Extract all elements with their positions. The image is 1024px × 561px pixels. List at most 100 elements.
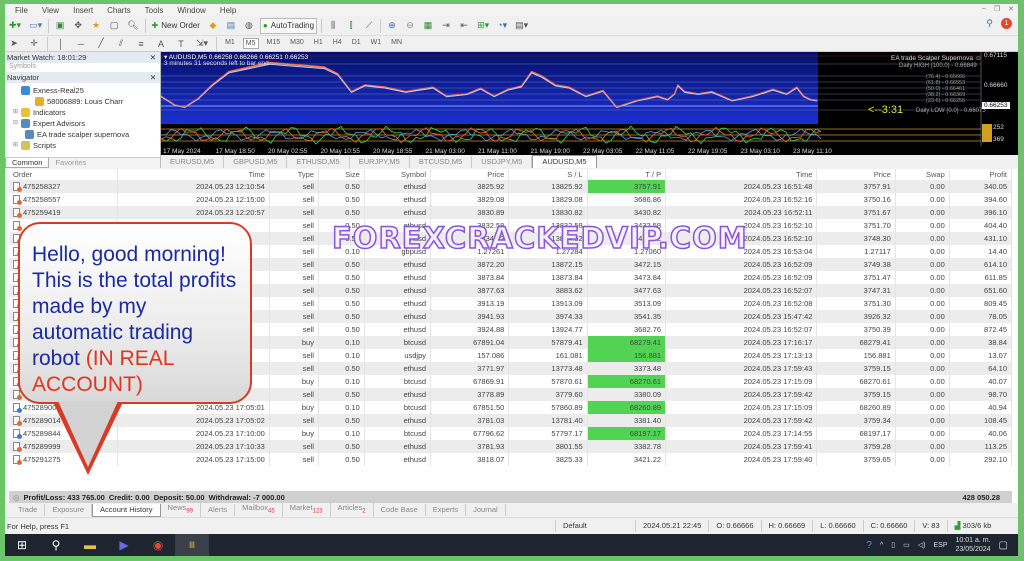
chart-tab-eurjpy[interactable]: EURJPY,M5 (350, 156, 410, 168)
column-header[interactable]: Size (318, 169, 365, 180)
notification-badge[interactable]: 1 (1001, 18, 1012, 29)
file-explorer-icon[interactable]: ▬ (73, 534, 107, 556)
timeframe-w1[interactable]: W1 (369, 38, 384, 49)
navigator-icon[interactable]: ★ (89, 18, 103, 34)
bar-chart-icon[interactable]: ⫼ (326, 18, 340, 34)
volume-icon[interactable]: ◁) (918, 541, 926, 549)
chart-tab-eurusd[interactable]: EURUSD,M5 (161, 156, 225, 168)
chart-tab-usdjpy[interactable]: USDJPY,M5 (472, 156, 533, 168)
autoscroll-icon[interactable]: ⇥ (439, 18, 453, 34)
tab-journal[interactable]: Journal (466, 504, 506, 516)
timeframe-m1[interactable]: M1 (223, 38, 237, 49)
table-row[interactable]: 475289014 2024.05.23 17:05:02 sell 0.50 ethu… (9, 414, 1013, 427)
timeframe-m30[interactable]: M30 (288, 38, 306, 49)
tab-symbols[interactable]: Symbols (9, 63, 36, 70)
tab-news[interactable]: News99 (161, 502, 201, 518)
globe-icon[interactable]: ◍ (242, 18, 256, 34)
signals-icon[interactable]: ▤ (224, 18, 238, 34)
nav-item-ea-scalper[interactable]: EA trade scalper supernova (9, 129, 160, 140)
column-header[interactable]: Time (665, 169, 818, 180)
nav-item-server[interactable]: Exness-Real25 (9, 85, 160, 96)
language-indicator[interactable]: ESP (933, 542, 947, 549)
tile-windows-icon[interactable]: ▦ (421, 18, 435, 34)
menu-tools[interactable]: Tools (145, 6, 164, 15)
column-header[interactable]: Type (269, 169, 319, 180)
tab-alerts[interactable]: Alerts (201, 504, 236, 516)
column-header[interactable]: Order (9, 169, 119, 180)
chart-tab-ethusd[interactable]: ETHUSD,M5 (287, 156, 350, 168)
tab-common[interactable]: Common (5, 158, 50, 168)
timeframe-d1[interactable]: D1 (350, 38, 363, 49)
indicators-icon[interactable]: ⊞▾ (475, 18, 491, 34)
column-header[interactable]: Symbol (364, 169, 432, 180)
channel-icon[interactable]: ⫽ (114, 36, 128, 52)
profiles-icon[interactable]: ▭▾ (27, 18, 44, 34)
strategy-tester-icon[interactable]: 🔍︎ (125, 18, 140, 34)
chart-tab-audusd[interactable]: AUDUSD,M5 (532, 155, 597, 168)
chart-tab-btcusd[interactable]: BTCUSD,M5 (410, 156, 473, 168)
table-row[interactable]: 475289999 2024.05.23 17:10:33 sell 0.50 ethu… (9, 440, 1013, 453)
text-label-icon[interactable]: T (174, 36, 188, 52)
text-icon[interactable]: A (154, 36, 168, 52)
tab-articles[interactable]: Articles2 (331, 502, 374, 518)
auto-trading-button[interactable]: ● AutoTrading (259, 17, 318, 34)
fibonacci-icon[interactable]: ≡ (134, 36, 148, 52)
table-row[interactable]: 475259419 2024.05.23 12:20:57 sell 0.50 ethu… (9, 206, 1013, 219)
column-header[interactable]: T / P (587, 169, 667, 180)
horizontal-line-icon[interactable]: ─ (74, 36, 88, 52)
windows-start-icon[interactable]: ⊞ (5, 534, 39, 556)
metatrader-icon[interactable]: Ⅲ (175, 534, 209, 556)
chart-area[interactable]: 17 May 2024 17 May 18:50 20 May 02:55 20 Ma… (161, 52, 1018, 168)
column-header[interactable]: Price (430, 169, 510, 180)
menu-help[interactable]: Help (220, 6, 236, 15)
search-icon[interactable]: ⚲ (986, 18, 993, 29)
line-chart-icon[interactable]: ⟋ (362, 18, 376, 34)
menu-insert[interactable]: Insert (73, 6, 93, 15)
nav-item-indicators[interactable]: ⊞ Indicators (9, 107, 160, 118)
metaeditor-icon[interactable]: ◆ (206, 18, 220, 34)
timeframe-h1[interactable]: H1 (312, 38, 325, 49)
timeframe-h4[interactable]: H4 (331, 38, 344, 49)
menu-file[interactable]: File (15, 6, 28, 15)
timeframe-m15[interactable]: M15 (265, 38, 283, 49)
column-header[interactable]: Price (816, 169, 896, 180)
crosshair-icon[interactable]: ✛ (27, 36, 41, 52)
search-icon[interactable]: ⚲ (39, 534, 73, 556)
close-icon[interactable]: ✕ (1008, 5, 1014, 13)
usb-icon[interactable]: ▯ (891, 541, 895, 549)
media-player-icon[interactable]: ▶ (107, 534, 141, 556)
tab-account-history[interactable]: Account History (92, 503, 161, 517)
column-header[interactable]: S / L (508, 169, 588, 180)
zoom-out-icon[interactable]: ⊖ (403, 18, 417, 34)
vertical-line-icon[interactable]: │ (54, 36, 68, 52)
tab-favorites[interactable]: Favorites (49, 158, 92, 168)
column-header[interactable]: Profit (949, 169, 1013, 180)
trendline-icon[interactable]: ╱ (94, 36, 108, 52)
tab-code-base[interactable]: Code Base (374, 504, 426, 516)
chrome-icon[interactable]: ◉ (141, 534, 175, 556)
notifications-icon[interactable]: ▢ (999, 540, 1008, 551)
tab-exposure[interactable]: Exposure (45, 504, 93, 516)
table-row[interactable]: 475289844 2024.05.23 17:10:00 buy 0.10 btcus… (9, 427, 1013, 440)
tab-experts[interactable]: Experts (426, 504, 467, 516)
market-watch-icon[interactable]: ▣ (53, 18, 67, 34)
periods-icon[interactable]: ◔▾ (495, 18, 509, 34)
chart-tab-gbpusd[interactable]: GBPUSD,M5 (224, 156, 288, 168)
close-icon[interactable]: ✕ (150, 53, 156, 62)
terminal-icon[interactable]: ▢ (107, 18, 121, 34)
menu-window[interactable]: Window (177, 6, 205, 15)
new-order-button[interactable]: ✚ New Order (150, 18, 202, 34)
table-row[interactable]: 475258557 2024.05.23 12:15:00 sell 0.50 ethu… (9, 193, 1013, 206)
timeframe-mn[interactable]: MN (389, 38, 404, 49)
clock[interactable]: 10:01 a. m. 23/05/2024 (956, 536, 991, 554)
arrows-icon[interactable]: ⇲▾ (194, 36, 210, 52)
candlestick-icon[interactable]: ⫿ (344, 18, 358, 34)
restore-icon[interactable]: ❐ (994, 5, 1000, 13)
tab-trade[interactable]: Trade (11, 504, 46, 516)
nav-item-scripts[interactable]: ⊞ Scripts (9, 140, 160, 151)
tab-market[interactable]: Market123 (283, 502, 331, 518)
data-window-icon[interactable]: ✥ (71, 18, 85, 34)
timeframe-m5[interactable]: M5 (242, 38, 259, 49)
new-chart-icon[interactable]: ✚▾ (7, 18, 23, 34)
nav-item-expert-advisors[interactable]: ⊟ Expert Advisors (9, 118, 160, 129)
